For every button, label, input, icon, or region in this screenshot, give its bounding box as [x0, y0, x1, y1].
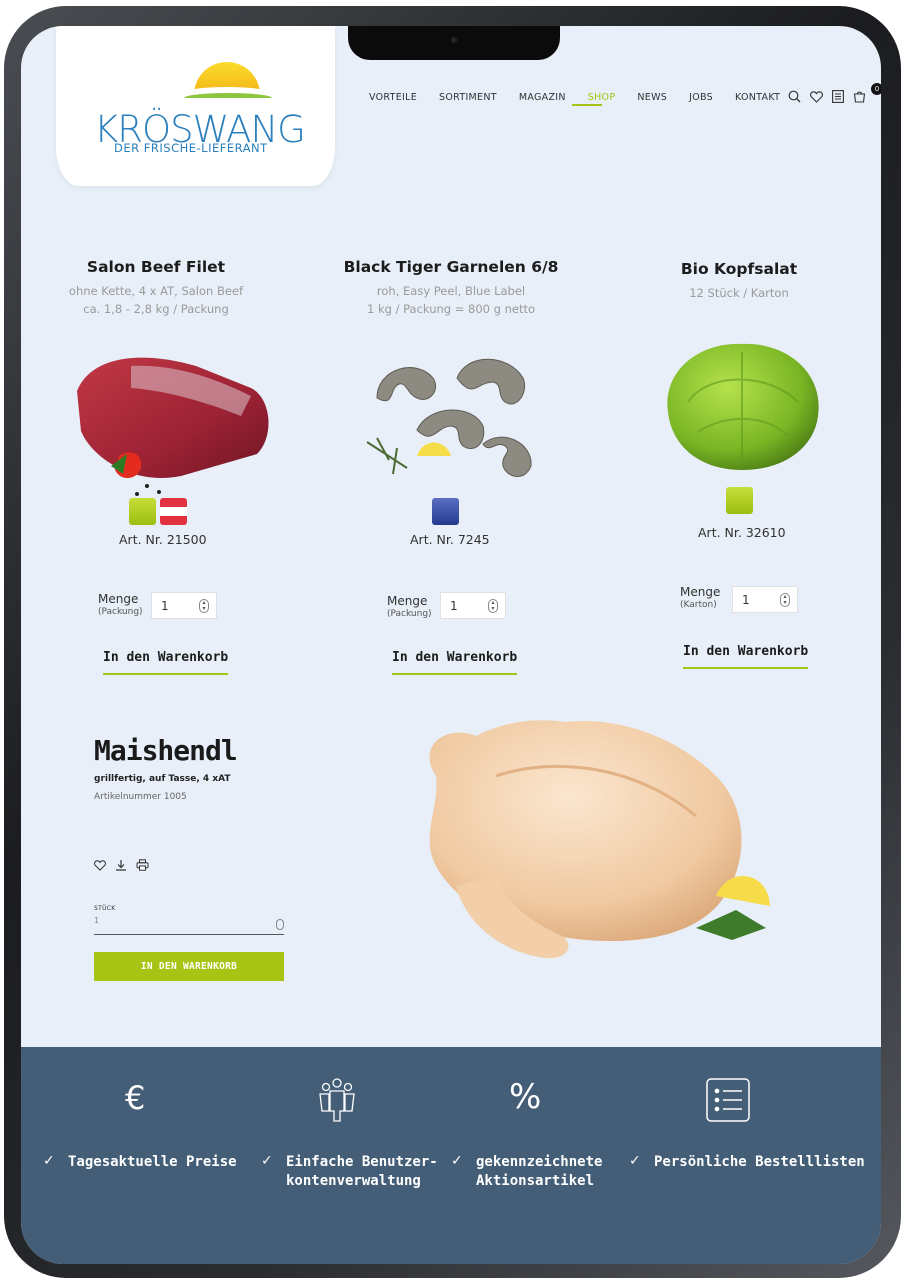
feature-line: Aktionsartikel: [476, 1173, 595, 1189]
nav-item-sortiment[interactable]: SORTIMENT: [439, 92, 497, 103]
qty-value: 1: [94, 916, 100, 925]
feature-line: Einfache Benutzer-: [286, 1154, 438, 1170]
product-subtitle: 1 kg / Packung = 800 g netto: [366, 302, 535, 316]
product-subtitle: roh, Easy Peel, Blue Label: [376, 284, 526, 298]
quantity-label: Menge (Karton): [680, 586, 720, 612]
menge-text: Menge: [680, 585, 721, 599]
search-icon[interactable]: [788, 90, 801, 103]
check-icon: ✓: [629, 1153, 641, 1169]
nav-item-kontakt[interactable]: KONTAKT: [735, 92, 780, 103]
product-subtitle: 12 Stück / Karton: [689, 286, 789, 300]
cart-count-badge: 0: [871, 83, 881, 95]
add-to-cart-link[interactable]: In den Warenkorb: [103, 650, 229, 675]
add-to-cart-button[interactable]: IN DEN WARENKORB: [94, 952, 284, 981]
nav-item-news[interactable]: NEWS: [637, 92, 667, 103]
stepper-icon[interactable]: ▴ ▾: [780, 593, 790, 607]
menge-text: Menge: [98, 592, 139, 606]
qty-value: 1: [742, 593, 750, 607]
product-subtitle: ca. 1,8 - 2,8 kg / Packung: [83, 302, 229, 316]
product-subtitle: ohne Kette, 4 x AT, Salon Beef: [68, 284, 244, 298]
stepper-icon[interactable]: ▴ ▾: [199, 599, 209, 613]
quantity-input[interactable]: 1 ▴ ▾: [440, 592, 506, 619]
heart-icon[interactable]: [810, 90, 823, 103]
quantity-input[interactable]: 1: [94, 916, 284, 935]
article-number: Art. Nr. 7245: [410, 532, 490, 547]
quantity-input[interactable]: 1 ▴ ▾: [732, 586, 798, 613]
main-nav: VORTEILE SORTIMENT MAGAZIN SHOP NEWS JOB…: [369, 92, 802, 106]
featured-article-number: Artikelnummer 1005: [94, 792, 187, 802]
featured-image-chicken[interactable]: [376, 696, 796, 996]
article-number: Art. Nr. 21500: [119, 532, 207, 547]
add-to-cart-link[interactable]: In den Warenkorb: [392, 650, 518, 675]
product-title[interactable]: Black Tiger Garnelen 6/8: [331, 258, 571, 276]
nav-item-jobs[interactable]: JOBS: [689, 92, 713, 103]
feature-label: Tagesaktuelle Preise: [68, 1154, 237, 1170]
feature-label: Persönliche Bestelllisten: [654, 1154, 865, 1170]
hill-logo-icon: [184, 93, 272, 103]
add-to-cart-link[interactable]: In den Warenkorb: [683, 644, 809, 669]
unit-text: (Packung): [98, 607, 143, 617]
product-card: Bio Kopfsalat 12 Stück / Karton: [634, 260, 844, 302]
austria-flag-icon: [160, 498, 187, 525]
product-title[interactable]: Salon Beef Filet: [51, 258, 261, 276]
camera-icon: [451, 37, 457, 43]
nav-icons: [788, 90, 866, 103]
device-notch: [348, 26, 560, 60]
featured-title: Maishendl: [94, 734, 238, 767]
qty-value: 1: [161, 599, 169, 613]
qty-value: 1: [450, 599, 458, 613]
screen: KRÖSWANG DER FRISCHE-LIEFERANT VORTEILE …: [21, 26, 881, 1264]
article-number: Art. Nr. 32610: [698, 525, 786, 540]
nav-item-magazin[interactable]: MAGAZIN: [519, 92, 566, 103]
quantity-label: STÜCK: [94, 905, 116, 912]
stepper-icon[interactable]: [276, 919, 284, 930]
product-card: Salon Beef Filet ohne Kette, 4 x AT, Sal…: [51, 258, 261, 318]
checklist-icon: [705, 1077, 751, 1127]
device-frame: KRÖSWANG DER FRISCHE-LIEFERANT VORTEILE …: [0, 0, 905, 1280]
percent-icon: %: [509, 1077, 542, 1117]
feature-label: gekennzeichnete Aktionsartikel: [476, 1153, 602, 1191]
feature-line: kontenverwaltung: [286, 1173, 421, 1189]
product-title[interactable]: Bio Kopfsalat: [634, 260, 844, 278]
unit-text: (Karton): [680, 600, 717, 610]
check-icon: ✓: [43, 1153, 55, 1169]
unit-text: (Packung): [387, 609, 432, 619]
product-card: Black Tiger Garnelen 6/8 roh, Easy Peel,…: [331, 258, 571, 318]
heart-icon[interactable]: [94, 856, 106, 875]
quantity-label: Menge (Packung): [98, 593, 143, 619]
featured-actions: [94, 856, 149, 875]
bio-label-icon: [726, 487, 753, 514]
download-icon[interactable]: [115, 856, 127, 875]
feature-line: gekennzeichnete: [476, 1154, 603, 1170]
quantity-input[interactable]: 1 ▴ ▾: [151, 592, 217, 619]
feature-label: Einfache Benutzer-kontenverwaltung: [286, 1153, 438, 1191]
list-icon[interactable]: [832, 90, 844, 103]
product-image-lettuce[interactable]: [658, 332, 828, 482]
users-icon: [319, 1077, 355, 1127]
nav-item-vorteile[interactable]: VORTEILE: [369, 92, 417, 103]
product-image-beef[interactable]: [61, 336, 311, 506]
check-icon: ✓: [451, 1153, 463, 1169]
bio-label-icon: [129, 498, 156, 525]
euro-icon: €: [125, 1079, 146, 1117]
logo-tab[interactable]: [56, 26, 335, 186]
logo-tagline: DER FRISCHE-LIEFERANT: [114, 141, 268, 155]
quantity-label: Menge (Packung): [387, 595, 432, 621]
product-image-shrimp[interactable]: [337, 338, 557, 488]
print-icon[interactable]: [136, 856, 149, 875]
stepper-icon[interactable]: ▴ ▾: [488, 599, 498, 613]
blue-label-icon: [432, 498, 459, 525]
cart-icon[interactable]: [853, 90, 866, 103]
featured-subtitle: grillfertig, auf Tasse, 4 xAT: [94, 774, 231, 784]
check-icon: ✓: [261, 1153, 273, 1169]
menge-text: Menge: [387, 594, 428, 608]
sun-logo-icon: [194, 62, 260, 95]
footer-features: € ✓ Tagesaktuelle Preise ✓ Einfache Benu…: [21, 1047, 881, 1264]
nav-item-shop[interactable]: SHOP: [572, 92, 616, 106]
